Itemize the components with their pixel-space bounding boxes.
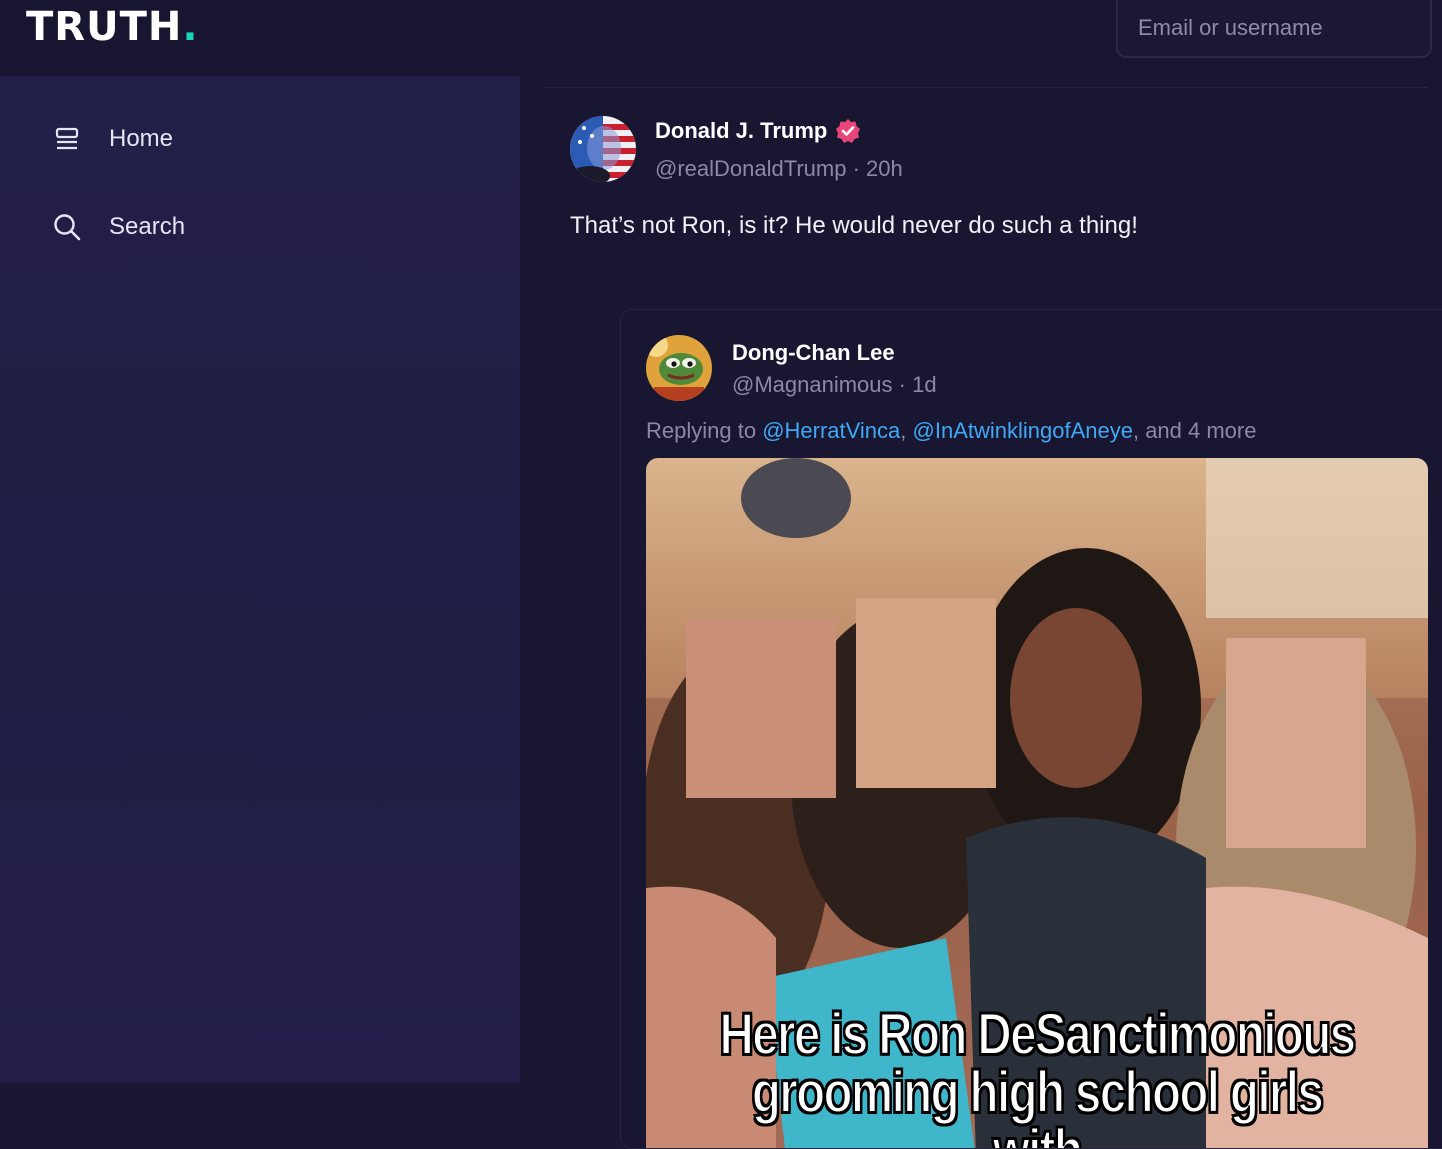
divider bbox=[544, 87, 1428, 88]
more-mentions[interactable]: , and 4 more bbox=[1133, 418, 1257, 443]
top-bar: TRUTH. bbox=[0, 0, 1442, 76]
post-image[interactable]: Here is Ron DeSanctimonious grooming hig… bbox=[646, 458, 1428, 1149]
sidebar-item-label: Home bbox=[109, 125, 174, 152]
sidebar-item-home[interactable]: Home bbox=[52, 124, 173, 154]
author-row: Donald J. Trump bbox=[655, 118, 861, 144]
avatar[interactable] bbox=[646, 335, 712, 401]
quoted-author-name[interactable]: Dong-Chan Lee bbox=[732, 340, 895, 366]
logo-dot: . bbox=[182, 4, 199, 50]
replying-to-line: Replying to @HerratVinca, @InAtwinklingo… bbox=[646, 418, 1256, 444]
logo-text: TRUTH bbox=[26, 4, 183, 50]
author-handle-row: @realDonaldTrump · 20h bbox=[655, 156, 903, 182]
time-separator: · bbox=[892, 372, 913, 397]
time-separator: · bbox=[846, 156, 867, 181]
home-stack-icon bbox=[52, 124, 82, 154]
sidebar: Home Search bbox=[0, 76, 520, 1082]
quoted-author-handle-row: @Magnanimous · 1d bbox=[732, 372, 937, 398]
email-username-input[interactable] bbox=[1116, 0, 1432, 58]
quoted-post-time[interactable]: 1d bbox=[912, 372, 936, 397]
image-caption-line: Here is Ron DeSanctimonious bbox=[719, 1002, 1357, 1067]
mention-link[interactable]: @InAtwinklingofAneye bbox=[913, 418, 1133, 443]
author-handle[interactable]: @realDonaldTrump bbox=[655, 156, 846, 181]
author-name[interactable]: Donald J. Trump bbox=[655, 118, 827, 144]
sidebar-item-label: Search bbox=[109, 213, 186, 240]
mention-separator: , bbox=[900, 418, 913, 443]
verified-badge-icon bbox=[836, 119, 861, 143]
post-text: That’s not Ron, is it? He would never do… bbox=[570, 212, 1138, 239]
post-time[interactable]: 20h bbox=[866, 156, 903, 181]
replying-to-label: Replying to bbox=[646, 418, 763, 443]
avatar[interactable] bbox=[570, 116, 636, 182]
search-icon bbox=[52, 212, 82, 242]
quoted-author-handle[interactable]: @Magnanimous bbox=[732, 372, 893, 397]
quoted-post[interactable]: Dong-Chan Lee @Magnanimous · 1d Replying… bbox=[620, 309, 1442, 1149]
sidebar-item-search[interactable]: Search bbox=[52, 212, 185, 242]
image-caption-line: grooming high school girls with bbox=[751, 1060, 1325, 1149]
mention-link[interactable]: @HerratVinca bbox=[762, 418, 900, 443]
timeline: Donald J. Trump @realDonaldTrump · 20h T… bbox=[520, 76, 1442, 1149]
truth-logo[interactable]: TRUTH. bbox=[26, 4, 199, 50]
